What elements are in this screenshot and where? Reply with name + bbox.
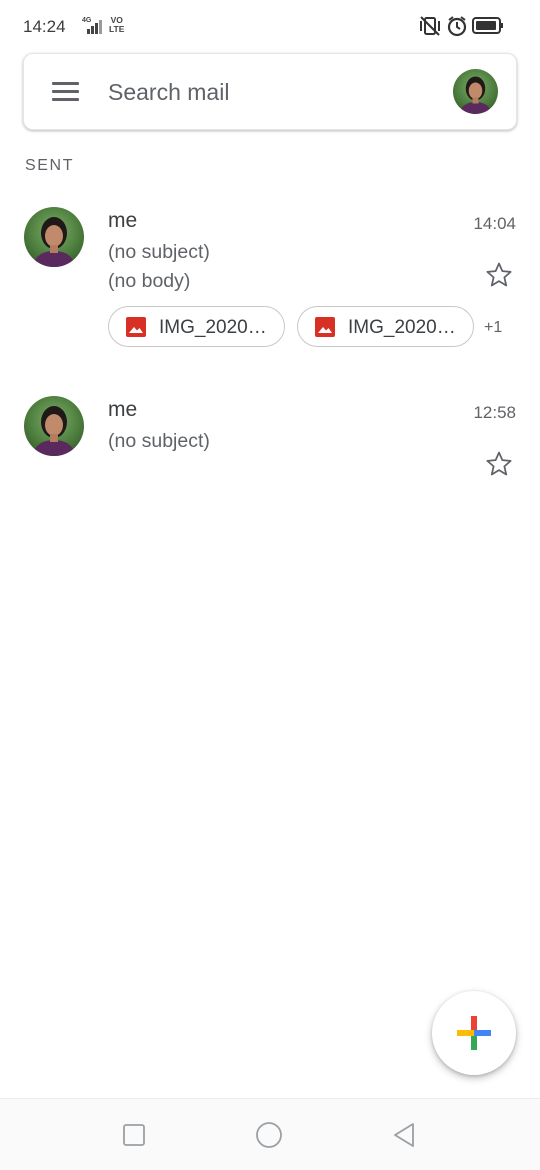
vibrate-off-icon: [420, 16, 440, 36]
compose-button[interactable]: [432, 991, 516, 1075]
mail-time: 14:04: [473, 214, 516, 233]
mail-subject: (no subject): [108, 430, 210, 452]
image-icon: [315, 317, 335, 337]
mail-snippet: (no body): [108, 270, 191, 292]
mail-item[interactable]: me 14:04 (no subject) (no body) IMG_2020…: [0, 200, 540, 370]
recent-apps-button[interactable]: [118, 1119, 150, 1151]
home-button[interactable]: [253, 1119, 285, 1151]
hamburger-menu-icon[interactable]: [52, 82, 80, 102]
attachment-name: IMG_2020…: [159, 317, 267, 338]
star-icon[interactable]: [484, 260, 514, 290]
sender-avatar[interactable]: [24, 396, 84, 456]
account-avatar[interactable]: [453, 69, 498, 114]
back-button[interactable]: [388, 1119, 420, 1151]
attachment-chip[interactable]: IMG_2020…: [297, 306, 474, 347]
status-bar: 14:24 4G VO LTE: [0, 0, 540, 52]
mail-item[interactable]: me 12:58 (no subject): [0, 389, 540, 489]
attachment-name: IMG_2020…: [348, 317, 456, 338]
mail-sender: me: [108, 209, 138, 232]
volte-icon: VO LTE: [109, 15, 125, 34]
star-icon[interactable]: [484, 449, 514, 479]
mail-sender: me: [108, 398, 138, 421]
more-attachments-count: +1: [484, 319, 503, 336]
status-time: 14:24: [23, 17, 66, 36]
image-icon: [126, 317, 146, 337]
attachment-chip[interactable]: IMG_2020…: [108, 306, 285, 347]
section-label: SENT: [25, 157, 75, 174]
search-bar[interactable]: Search mail: [23, 53, 517, 130]
mail-subject: (no subject): [108, 241, 210, 263]
compose-plus-icon: [457, 1016, 491, 1050]
system-nav-bar: [0, 1098, 540, 1170]
sender-avatar[interactable]: [24, 207, 84, 267]
mail-time: 12:58: [473, 403, 516, 422]
search-input[interactable]: Search mail: [108, 79, 229, 106]
status-icons: [418, 15, 518, 37]
alarm-icon: [447, 16, 467, 37]
battery-icon: [472, 17, 503, 34]
